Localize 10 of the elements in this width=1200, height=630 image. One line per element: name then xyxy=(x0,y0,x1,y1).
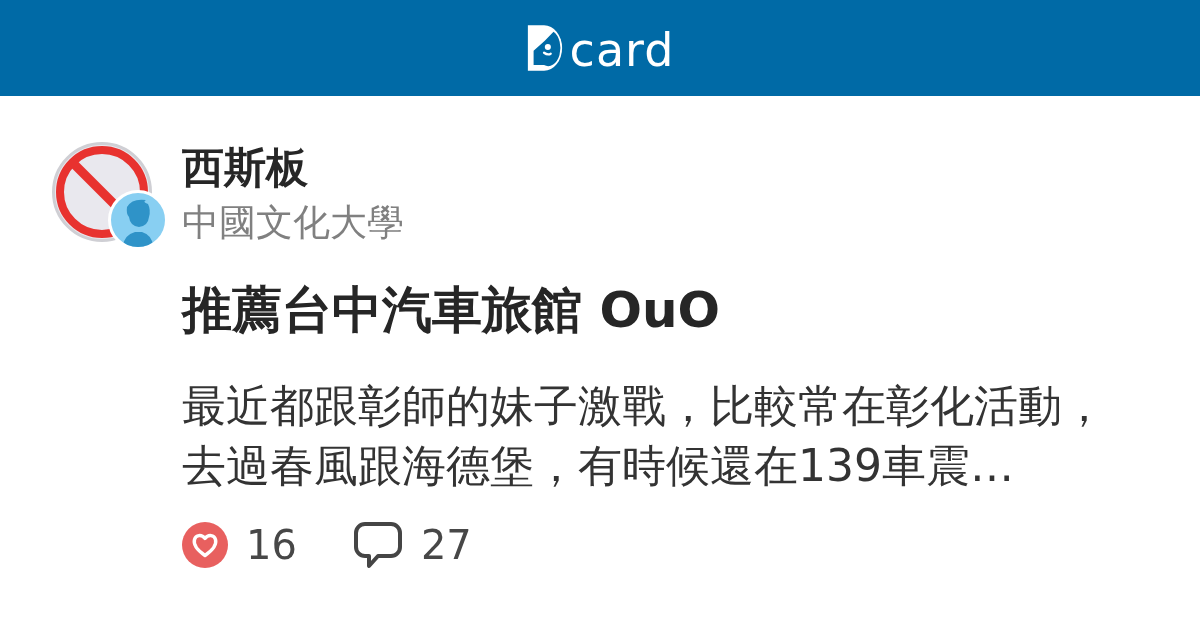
post-excerpt: 最近都跟彰師的妹子激戰，比較常在彰化活動，去過春風跟海德堡，有時候還在139車震… xyxy=(182,379,1107,493)
forum-name: 西斯板 xyxy=(182,142,309,194)
author-school: 中國文化大學 xyxy=(182,200,405,246)
comment-icon xyxy=(352,521,403,569)
logo-mark-icon xyxy=(525,23,564,73)
post-title: 推薦台中汽車旅館 OuO xyxy=(182,280,721,340)
logo-link[interactable]: card xyxy=(525,20,675,76)
like-count: 16 xyxy=(246,521,297,570)
comment-count: 27 xyxy=(420,521,472,570)
user-avatar-icon xyxy=(108,190,168,250)
